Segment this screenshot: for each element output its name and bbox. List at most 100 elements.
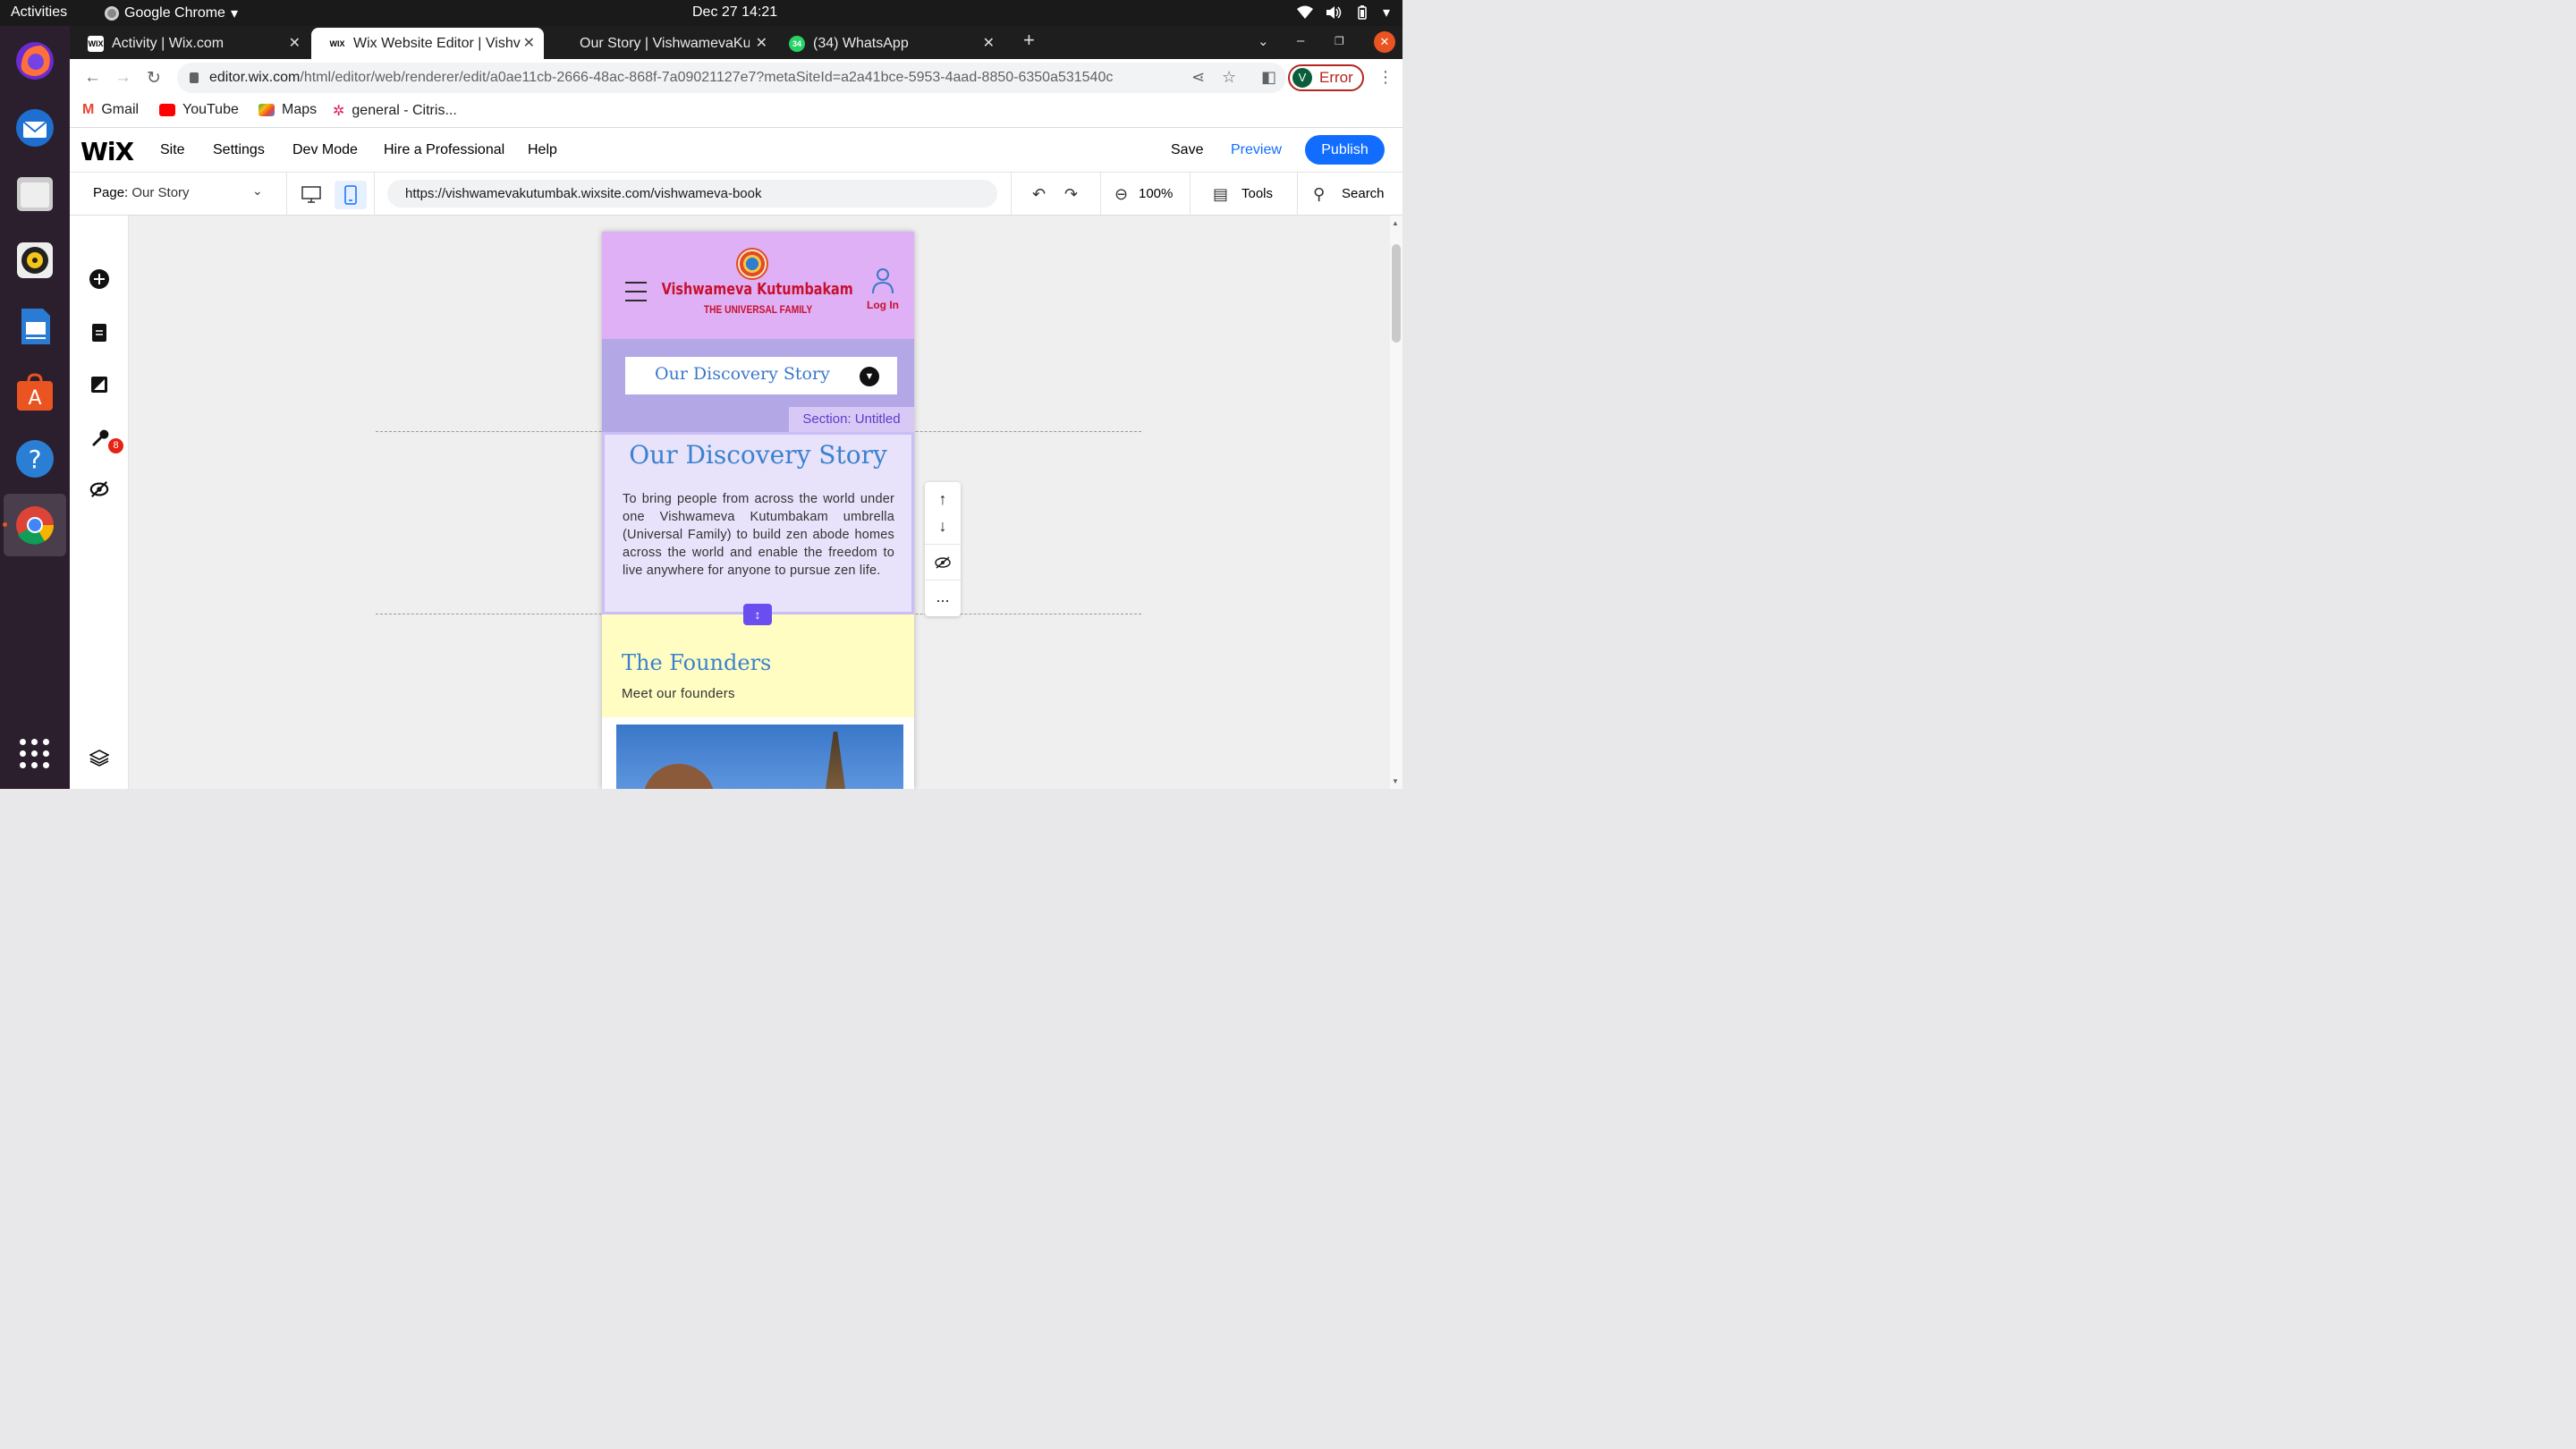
menu-settings[interactable]: Settings [213,142,265,158]
site-url-field[interactable]: https://vishwamevakutumbak.wixsite.com/v… [387,180,997,208]
tab-wix-activity[interactable]: WIX Activity | Wix.com ✕ [70,28,309,59]
page-dropdown[interactable]: Our Discovery Story ▼ [625,357,897,394]
divider [1190,173,1191,216]
reload-icon[interactable]: ↻ [147,68,161,89]
tools-icon[interactable]: ▤ [1213,185,1228,204]
scrollbar-thumb[interactable] [1392,244,1401,343]
scroll-down-icon[interactable]: ▼ [1392,777,1399,785]
help-icon[interactable]: ? [13,436,57,481]
close-tab-icon[interactable]: ✕ [756,34,767,52]
menu-hire-professional[interactable]: Hire a Professional [384,142,504,158]
bookmark-slack[interactable]: ✲ general - Citris... [333,102,457,120]
show-applications-icon[interactable] [20,739,50,769]
mobile-view-button[interactable] [335,181,367,209]
founders-photo[interactable] [616,724,903,789]
menu-dev-mode[interactable]: Dev Mode [292,142,358,158]
tab-whatsapp[interactable]: 34 (34) WhatsApp ✕ [771,28,1004,59]
search-button[interactable]: Search [1342,186,1385,201]
back-icon[interactable]: ← [84,68,101,88]
site-title[interactable]: Vishwameva Kutumbakam [633,280,883,299]
bookmark-maps[interactable]: Maps [258,102,317,118]
bookmark-label: Gmail [101,102,140,117]
window-close-icon[interactable]: ✕ [1374,31,1395,53]
move-up-icon[interactable]: ↑ [925,486,961,513]
wix-logo[interactable]: WiX [80,137,134,166]
close-tab-icon[interactable]: ✕ [983,34,995,52]
maximize-icon[interactable]: ❐ [1335,35,1344,47]
notification-badge: 8 [108,438,123,453]
page-selector[interactable]: Page: Our Story [93,185,190,200]
canvas-scrollbar[interactable]: ▲ ▼ [1390,216,1402,789]
undo-icon[interactable]: ↶ [1032,185,1046,204]
founders-heading[interactable]: The Founders [622,650,771,675]
publish-button[interactable]: Publish [1305,135,1385,165]
libreoffice-writer-icon[interactable] [13,304,57,349]
design-icon[interactable] [89,375,109,394]
minimize-icon[interactable]: – [1297,33,1304,48]
firefox-icon[interactable] [13,38,57,83]
share-icon[interactable]: ⋖ [1191,68,1205,87]
close-tab-icon[interactable]: ✕ [523,34,535,52]
chevron-down-icon[interactable]: ⌄ [252,183,263,199]
hide-eye-icon[interactable] [925,549,961,576]
menu-help[interactable]: Help [528,142,557,158]
founders-section[interactable]: The Founders Meet our founders [602,614,914,717]
add-elements-icon[interactable] [89,269,109,289]
wrench-icon[interactable] [89,428,109,447]
close-tab-icon[interactable]: ✕ [289,34,301,52]
site-tagline[interactable]: THE UNIVERSAL FAMILY [625,303,891,316]
whatsapp-favicon-icon: 34 [789,35,805,52]
founders-subtitle[interactable]: Meet our founders [622,686,735,701]
editor-canvas[interactable]: Vishwameva Kutumbakam THE UNIVERSAL FAMI… [129,216,1402,789]
mobile-page-preview[interactable]: Vishwameva Kutumbakam THE UNIVERSAL FAMI… [602,232,914,789]
tab-our-story[interactable]: Our Story | VishwamevaKu ✕ [562,28,776,59]
svg-text:A: A [28,387,41,410]
zoom-level[interactable]: 100% [1139,186,1173,201]
save-button[interactable]: Save [1171,142,1203,158]
bookmark-youtube[interactable]: YouTube [159,102,239,118]
preview-button[interactable]: Preview [1231,142,1282,158]
forward-icon[interactable]: → [114,68,131,88]
clock[interactable]: Dec 27 14:21 [692,4,777,21]
rhythmbox-icon[interactable] [13,238,57,283]
more-options-button[interactable]: ... [925,583,961,610]
site-logo-emblem[interactable] [736,248,768,280]
maps-icon [258,104,275,116]
tab-wix-editor[interactable]: WIX Wix Website Editor | Vishv ✕ [311,28,544,59]
app-menu[interactable]: Google Chrome ▾ [105,4,238,22]
search-icon[interactable]: ⚲ [1313,185,1325,204]
site-header[interactable]: Vishwameva Kutumbakam THE UNIVERSAL FAMI… [602,232,914,339]
files-icon[interactable] [13,172,57,216]
bookmark-gmail[interactable]: M Gmail [82,102,139,118]
caret-down-icon: ▾ [230,6,238,21]
pages-menu-icon[interactable] [89,323,109,343]
bookmark-star-icon[interactable]: ☆ [1222,68,1236,87]
ubuntu-software-icon[interactable]: A [13,370,57,415]
menu-site[interactable]: Site [160,142,185,158]
chrome-icon[interactable] [13,503,57,547]
activities-button[interactable]: Activities [11,4,67,21]
story-paragraph[interactable]: To bring people from across the world un… [623,490,894,580]
layers-icon[interactable] [89,748,109,767]
desktop-view-button[interactable] [295,181,327,209]
login-button[interactable]: Log In [865,267,901,311]
side-panel-icon[interactable]: ◧ [1261,68,1276,87]
section-resize-handle[interactable]: ↕ [743,604,772,625]
profile-button[interactable]: V Error [1288,64,1364,91]
tools-button[interactable]: Tools [1241,186,1273,201]
move-down-icon[interactable]: ↓ [925,513,961,539]
new-tab-icon[interactable]: + [1023,29,1035,52]
scroll-up-icon[interactable]: ▲ [1392,219,1399,227]
story-heading[interactable]: Our Discovery Story [605,440,911,470]
thunderbird-icon[interactable] [13,106,57,150]
dropdown-band[interactable]: Our Discovery Story ▼ Section: Untitled [602,339,914,432]
zoom-out-icon[interactable]: ⊖ [1114,185,1128,204]
address-bar[interactable]: editor.wix.com/html/editor/web/renderer/… [177,63,1286,93]
system-tray[interactable]: ▾ [1296,4,1390,21]
hidden-elements-icon[interactable] [89,479,109,499]
chrome-menu-icon[interactable]: ⋮ [1377,68,1394,87]
redo-icon[interactable]: ↷ [1064,185,1078,204]
story-section[interactable]: Our Discovery Story To bring people from… [602,432,914,614]
section-name-tag[interactable]: Section: Untitled [789,407,914,432]
tab-search-chevron-icon[interactable]: ⌄ [1258,33,1269,49]
